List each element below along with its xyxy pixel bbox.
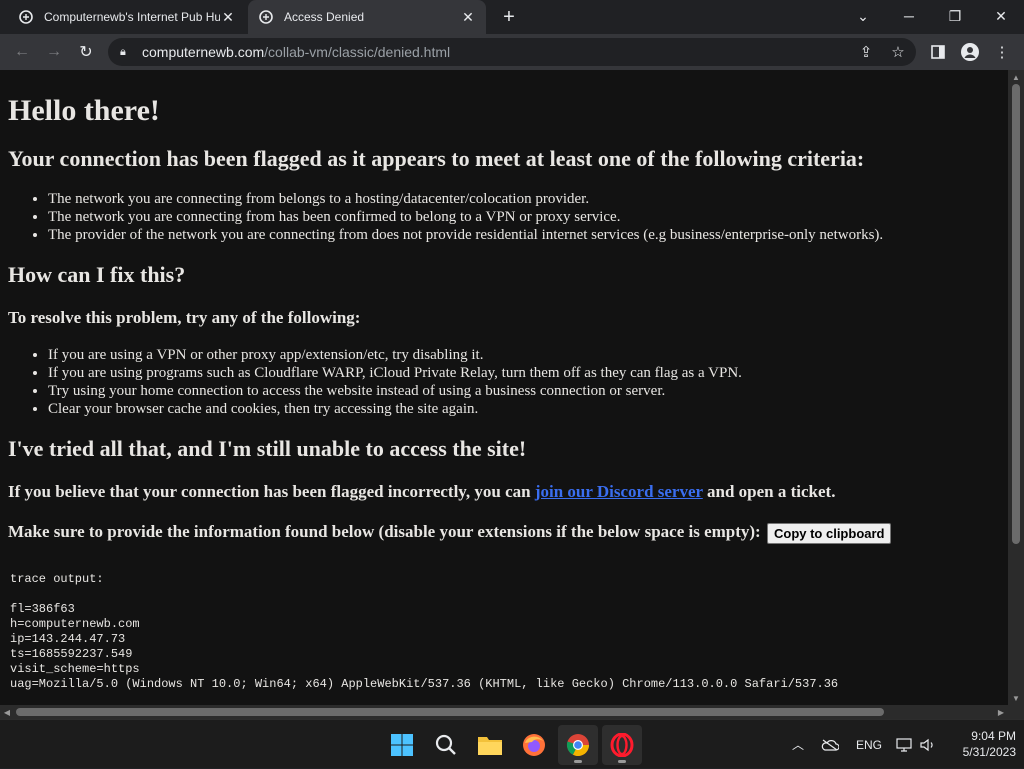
tried-heading: I've tried all that, and I'm still unabl…	[8, 436, 527, 461]
url-path: /collab-vm/classic/denied.html	[264, 44, 451, 60]
scrollbar-corner	[1008, 705, 1024, 719]
ticket-prefix: If you believe that your connection has …	[8, 482, 535, 501]
tab-close-icon[interactable]: ✕	[220, 9, 236, 25]
trace-line: uag=Mozilla/5.0 (Windows NT 10.0; Win64;…	[10, 676, 839, 691]
list-item: Clear your browser cache and cookies, th…	[48, 400, 1000, 418]
scroll-right-arrow-icon[interactable]: ▶	[994, 705, 1008, 719]
menu-kebab-icon[interactable]: ⋮	[988, 38, 1016, 66]
trace-line: fl=386f63	[10, 601, 75, 616]
windows-taskbar: ︿ ENG 9:04 PM 5/31/2023	[0, 719, 1024, 768]
list-item: The network you are connecting from has …	[48, 208, 1000, 226]
info-label: Make sure to provide the information fou…	[8, 522, 761, 541]
share-icon[interactable]: ⇪	[852, 38, 880, 66]
windows-start-icon[interactable]	[382, 725, 422, 765]
trace-line: visit_scheme=https	[10, 661, 140, 676]
system-clock[interactable]: 9:04 PM 5/31/2023	[946, 728, 1016, 760]
fixes-list: If you are using a VPN or other proxy ap…	[48, 346, 1000, 418]
list-item: Try using your home connection to access…	[48, 382, 1000, 400]
fix-heading: How can I fix this?	[8, 262, 186, 287]
list-item: The provider of the network you are conn…	[48, 226, 1000, 244]
tab-access-denied[interactable]: Access Denied ✕	[248, 0, 486, 34]
minimize-icon[interactable]: ─	[886, 0, 932, 32]
horizontal-scrollbar[interactable]: ◀ ▶	[0, 705, 1008, 719]
clock-date: 5/31/2023	[962, 745, 1016, 759]
list-item: If you are using programs such as Cloudf…	[48, 364, 1000, 382]
tab-search-chevron-icon[interactable]: ⌄	[840, 0, 886, 32]
list-item: If you are using a VPN or other proxy ap…	[48, 346, 1000, 364]
file-explorer-icon[interactable]	[470, 725, 510, 765]
close-window-icon[interactable]: ✕	[978, 0, 1024, 32]
trace-line: ts=1685592237.549	[10, 646, 133, 661]
list-item: The network you are connecting from belo…	[48, 190, 1000, 208]
discord-link[interactable]: join our Discord server	[535, 482, 703, 501]
tab-close-icon[interactable]: ✕	[460, 9, 476, 25]
lock-icon[interactable]: 🔒︎	[120, 46, 134, 59]
horizontal-scroll-thumb[interactable]	[16, 708, 884, 716]
tray-chevron-up-icon[interactable]: ︿	[788, 720, 808, 769]
bookmark-star-icon[interactable]: ☆	[884, 38, 912, 66]
back-arrow-icon[interactable]: ←	[8, 38, 36, 66]
page-title: Hello there!	[8, 94, 160, 127]
restore-icon[interactable]: ❐	[932, 0, 978, 32]
trace-line	[10, 587, 1000, 602]
trace-line: trace output:	[10, 571, 104, 586]
address-bar[interactable]: 🔒︎ computernewb.com/collab-vm/classic/de…	[108, 38, 916, 66]
resolve-heading: To resolve this problem, try any of the …	[8, 308, 361, 327]
scroll-down-arrow-icon[interactable]: ▼	[1008, 691, 1024, 705]
forward-arrow-icon[interactable]: →	[40, 38, 68, 66]
page-content: Hello there! Your connection has been fl…	[0, 70, 1008, 705]
site-favicon-icon	[18, 9, 34, 25]
vertical-scrollbar[interactable]: ▲ ▼	[1008, 70, 1024, 705]
profile-avatar-icon[interactable]	[956, 38, 984, 66]
reload-icon[interactable]: ↻	[72, 38, 100, 66]
ticket-suffix: and open a ticket.	[702, 482, 836, 501]
info-text: Make sure to provide the information fou…	[8, 522, 1000, 544]
clock-time: 9:04 PM	[971, 729, 1016, 743]
browser-toolbar: ← → ↻ 🔒︎ computernewb.com/collab-vm/clas…	[0, 34, 1024, 70]
scroll-left-arrow-icon[interactable]: ◀	[0, 705, 14, 719]
criteria-list: The network you are connecting from belo…	[48, 190, 1000, 244]
language-indicator[interactable]: ENG	[854, 720, 884, 769]
new-tab-plus-icon[interactable]: +	[498, 6, 520, 28]
vertical-scroll-thumb[interactable]	[1012, 84, 1020, 544]
opera-icon[interactable]	[602, 725, 642, 765]
side-panel-icon[interactable]	[924, 38, 952, 66]
site-favicon-icon	[258, 9, 274, 25]
ticket-text: If you believe that your connection has …	[8, 482, 1000, 502]
url-host: computernewb.com	[142, 44, 265, 60]
network-icon[interactable]	[894, 720, 914, 769]
chrome-icon[interactable]	[558, 725, 598, 765]
trace-output: trace output: fl=386f63 h=computernewb.co…	[8, 572, 1000, 692]
tab-title: Access Denied	[284, 10, 365, 24]
flagged-heading: Your connection has been flagged as it a…	[8, 146, 865, 171]
volume-icon[interactable]	[918, 720, 938, 769]
tab-title: Computernewb's Internet Pub Hu	[44, 10, 220, 24]
firefox-icon[interactable]	[514, 725, 554, 765]
trace-line: h=computernewb.com	[10, 616, 140, 631]
tab-computernewb[interactable]: Computernewb's Internet Pub Hu ✕	[8, 0, 246, 34]
search-icon[interactable]	[426, 725, 466, 765]
tab-strip: Computernewb's Internet Pub Hu ✕ Access …	[0, 0, 1024, 34]
scroll-up-arrow-icon[interactable]: ▲	[1008, 70, 1024, 84]
trace-line: ip=143.244.47.73	[10, 631, 126, 646]
copy-to-clipboard-button[interactable]: Copy to clipboard	[766, 522, 892, 544]
onedrive-offline-icon[interactable]	[818, 720, 842, 769]
